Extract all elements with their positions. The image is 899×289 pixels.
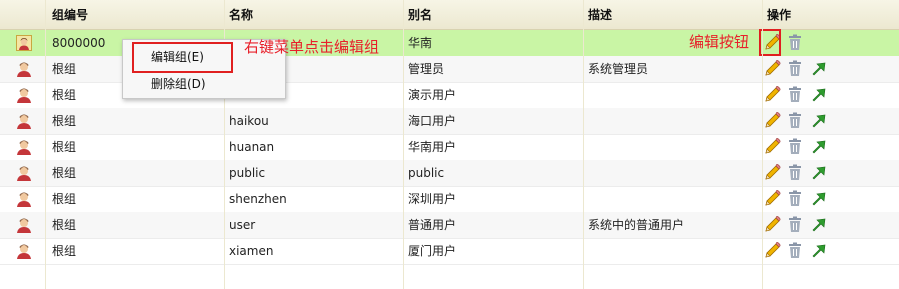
pencil-icon[interactable] bbox=[759, 29, 781, 56]
arrow-up-right-icon[interactable] bbox=[810, 137, 828, 157]
pencil-icon[interactable] bbox=[763, 163, 781, 183]
cell-alias: public bbox=[408, 166, 445, 180]
trash-icon[interactable] bbox=[786, 59, 804, 79]
table-row[interactable]: 根组 user 普通用户 系统中的普通用户 bbox=[0, 212, 899, 239]
column-header-actions: 操作 bbox=[767, 8, 792, 22]
column-header-group-id[interactable]: 组编号 bbox=[52, 0, 88, 29]
arrow-up-right-icon[interactable] bbox=[810, 85, 828, 105]
column-header-description[interactable]: 描述 bbox=[588, 0, 612, 29]
table-row[interactable]: 根组 shenzhen 深圳用户 bbox=[0, 186, 899, 213]
table-row[interactable]: 根组 haikou 海口用户 bbox=[0, 108, 899, 135]
cell-alias: 华南用户 bbox=[408, 140, 457, 154]
cell-group-id: 根组 bbox=[52, 140, 77, 154]
arrow-up-right-icon[interactable] bbox=[810, 163, 828, 183]
trash-icon[interactable] bbox=[786, 137, 804, 157]
cell-alias: 厦门用户 bbox=[408, 244, 457, 258]
context-menu-delete-group[interactable]: 删除组(D) bbox=[151, 74, 206, 94]
cell-group-id: 根组 bbox=[52, 62, 77, 76]
cell-name: public bbox=[229, 166, 266, 180]
arrow-up-right-icon[interactable] bbox=[810, 241, 828, 261]
arrow-up-right-icon[interactable] bbox=[810, 189, 828, 209]
cell-group-id: 8000000 bbox=[52, 36, 106, 50]
cell-alias: 华南 bbox=[408, 36, 433, 50]
user-avatar-icon bbox=[16, 217, 32, 233]
trash-icon[interactable] bbox=[786, 33, 804, 53]
cell-group-id: 根组 bbox=[52, 192, 77, 206]
pencil-icon[interactable] bbox=[763, 137, 781, 157]
column-divider bbox=[762, 0, 763, 289]
pencil-icon[interactable] bbox=[763, 241, 781, 261]
cell-name: user bbox=[229, 218, 256, 232]
user-avatar-icon bbox=[16, 139, 32, 155]
arrow-up-right-icon[interactable] bbox=[810, 111, 828, 131]
trash-icon[interactable] bbox=[786, 111, 804, 131]
trash-icon[interactable] bbox=[786, 215, 804, 235]
table-row[interactable]: 根组 huanan 华南用户 bbox=[0, 134, 899, 161]
cell-name: haikou bbox=[229, 114, 269, 128]
arrow-up-right-icon[interactable] bbox=[810, 215, 828, 235]
cell-group-id: 根组 bbox=[52, 88, 77, 102]
table-row[interactable]: 根组 public public bbox=[0, 160, 899, 187]
cell-description: 系统中的普通用户 bbox=[588, 218, 685, 232]
column-divider bbox=[403, 0, 404, 289]
cell-group-id: 根组 bbox=[52, 244, 77, 258]
user-avatar-icon bbox=[16, 191, 32, 207]
cell-alias: 深圳用户 bbox=[408, 192, 457, 206]
trash-icon[interactable] bbox=[786, 189, 804, 209]
cell-alias: 海口用户 bbox=[408, 114, 457, 128]
cell-description: 系统管理员 bbox=[588, 62, 649, 76]
user-avatar-icon bbox=[16, 113, 32, 129]
user-avatar-icon bbox=[16, 61, 32, 77]
column-divider bbox=[45, 0, 46, 289]
user-avatar-icon bbox=[16, 87, 32, 103]
trash-icon[interactable] bbox=[786, 241, 804, 261]
trash-icon[interactable] bbox=[786, 85, 804, 105]
pencil-icon[interactable] bbox=[763, 215, 781, 235]
column-header-alias[interactable]: 别名 bbox=[408, 0, 432, 29]
cell-alias: 普通用户 bbox=[408, 218, 457, 232]
table-header: 组编号 名称 别名 描述 操作 bbox=[0, 0, 899, 30]
cell-group-id: 根组 bbox=[52, 166, 77, 180]
edit-button-annotation: 编辑按钮 bbox=[689, 33, 750, 51]
group-avatar-icon bbox=[16, 35, 32, 51]
user-avatar-icon bbox=[16, 243, 32, 259]
pencil-icon[interactable] bbox=[763, 111, 781, 131]
column-divider bbox=[583, 0, 584, 289]
cell-name: xiamen bbox=[229, 244, 274, 258]
pencil-icon[interactable] bbox=[763, 85, 781, 105]
trash-icon[interactable] bbox=[786, 163, 804, 183]
cell-name: shenzhen bbox=[229, 192, 287, 206]
context-menu-edit-group[interactable]: 编辑组(E) bbox=[151, 47, 204, 67]
arrow-up-right-icon[interactable] bbox=[810, 59, 828, 79]
cell-group-id: 根组 bbox=[52, 114, 77, 128]
user-avatar-icon bbox=[16, 165, 32, 181]
pencil-icon[interactable] bbox=[763, 189, 781, 209]
cell-alias: 管理员 bbox=[408, 62, 445, 76]
pencil-icon[interactable] bbox=[763, 59, 781, 79]
cell-alias: 演示用户 bbox=[408, 88, 457, 102]
context-menu-annotation: 右键菜单点击编辑组 bbox=[244, 38, 380, 56]
cell-name: huanan bbox=[229, 140, 275, 154]
table-row[interactable]: 根组 xiamen 厦门用户 bbox=[0, 238, 899, 265]
cell-group-id: 根组 bbox=[52, 218, 77, 232]
column-header-name[interactable]: 名称 bbox=[229, 0, 253, 29]
